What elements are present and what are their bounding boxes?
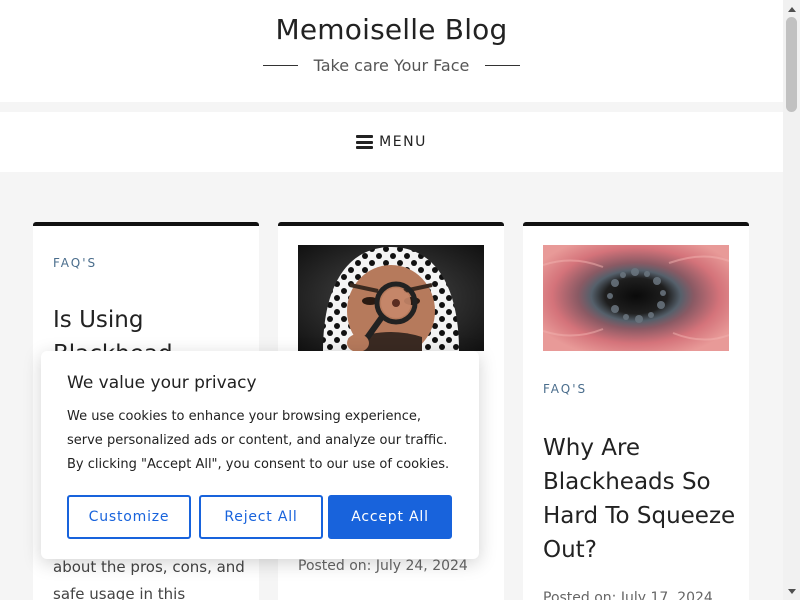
tagline-divider-left — [262, 65, 298, 66]
scrollbar-thumb[interactable] — [786, 17, 797, 112]
post-thumbnail[interactable] — [298, 245, 484, 351]
post-category[interactable]: FAQ'S — [543, 382, 587, 396]
post-date: Posted on: July 17, 2024 — [543, 590, 713, 600]
post-card: FAQ'S Why Are Blackheads So Hard To Sque… — [523, 222, 749, 600]
post-category[interactable]: FAQ'S — [53, 256, 97, 270]
reject-all-button[interactable]: Reject All — [199, 495, 323, 539]
hamburger-icon — [356, 135, 374, 149]
post-title-line: Blackheads So — [543, 469, 711, 495]
post-excerpt: about the pros, cons, and safe usage in … — [53, 554, 245, 600]
post-title[interactable]: Why Are Blackheads So Hard To Squeeze Ou… — [543, 431, 735, 567]
site-header: Memoiselle Blog Take care Your Face — [0, 0, 783, 102]
site-tagline: Take care Your Face — [313, 56, 470, 75]
post-title-line: Is Using — [53, 307, 144, 333]
customize-button[interactable]: Customize — [67, 495, 191, 539]
cookie-title: We value your privacy — [67, 373, 257, 393]
menu-label: MENU — [379, 134, 427, 150]
post-date: Posted on: July 24, 2024 — [298, 558, 468, 574]
scroll-down-arrow-icon[interactable] — [783, 583, 800, 600]
scroll-up-arrow-icon[interactable] — [783, 0, 800, 17]
accept-all-button[interactable]: Accept All — [328, 495, 452, 539]
vertical-scrollbar[interactable] — [783, 0, 800, 600]
page-viewport: Memoiselle Blog Take care Your Face MENU… — [0, 0, 783, 600]
post-title-line: Why Are — [543, 435, 641, 461]
tagline-row: Take care Your Face — [0, 56, 783, 75]
post-thumbnail[interactable] — [543, 245, 729, 351]
menu-toggle[interactable]: MENU — [0, 112, 783, 172]
post-title-line: Out? — [543, 537, 597, 563]
tagline-divider-right — [485, 65, 521, 66]
excerpt-line: safe usage in this — [53, 585, 186, 600]
site-title[interactable]: Memoiselle Blog — [0, 13, 783, 46]
cookie-consent-banner: We value your privacy We use cookies to … — [41, 351, 479, 559]
cookie-text: We use cookies to enhance your browsing … — [67, 409, 450, 472]
post-title-line: Hard To Squeeze — [543, 503, 736, 529]
